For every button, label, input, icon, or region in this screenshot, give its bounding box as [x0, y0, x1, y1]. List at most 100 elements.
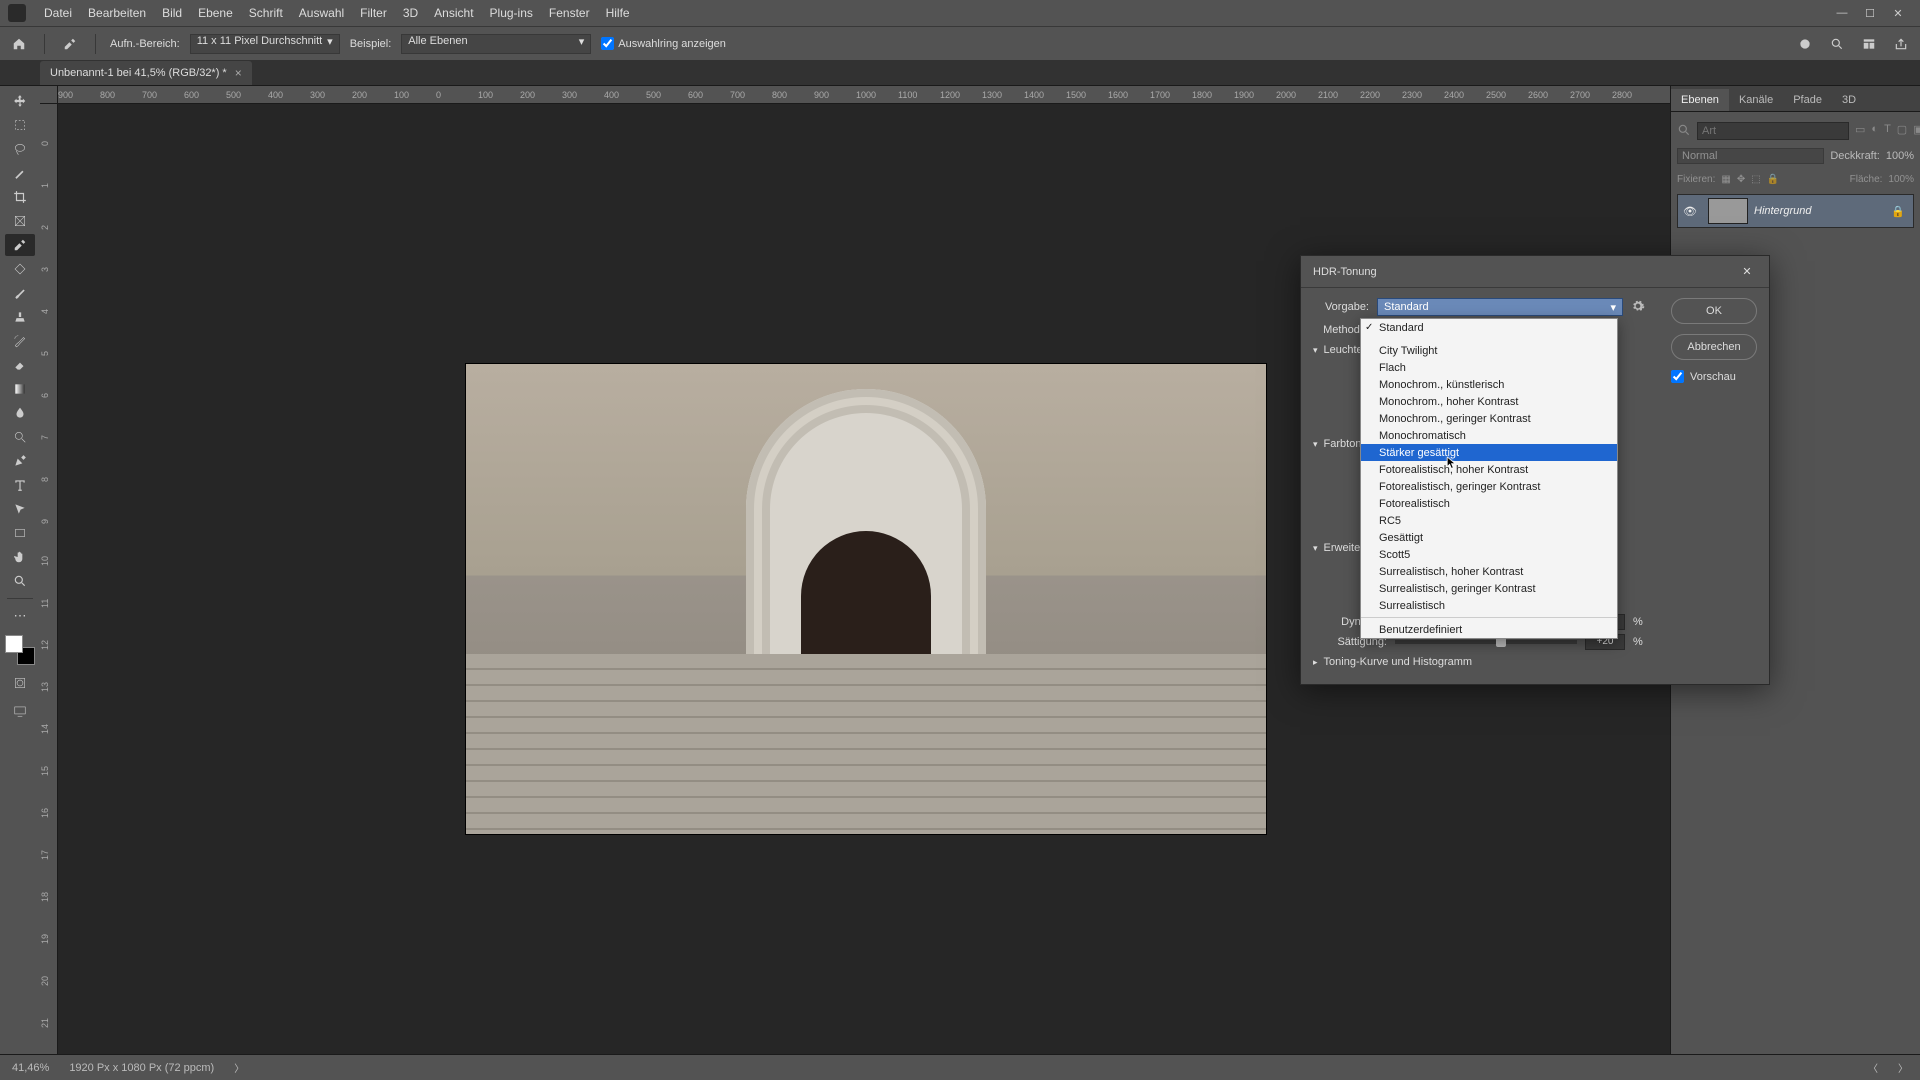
edit-toolbar-button[interactable]: ⋯ — [5, 605, 35, 627]
preset-dropdown[interactable]: Standard ▾ — [1377, 298, 1623, 316]
menu-select[interactable]: Auswahl — [291, 6, 352, 20]
menu-type[interactable]: Schrift — [241, 6, 291, 20]
blend-mode-dropdown[interactable]: Normal — [1677, 148, 1824, 164]
lock-artboard-icon[interactable]: ⬚ — [1751, 174, 1760, 185]
preset-option[interactable]: Scott5 — [1361, 546, 1617, 563]
menu-help[interactable]: Hilfe — [598, 6, 638, 20]
cancel-button[interactable]: Abbrechen — [1671, 334, 1757, 360]
preset-option[interactable]: Flach — [1361, 359, 1617, 376]
path-selection-tool[interactable] — [5, 498, 35, 520]
magic-wand-tool[interactable] — [5, 162, 35, 184]
brush-tool[interactable] — [5, 282, 35, 304]
eyedropper-icon[interactable] — [59, 33, 81, 55]
document-tab[interactable]: Unbenannt-1 bei 41,5% (RGB/32*) * × — [40, 61, 252, 85]
lasso-tool[interactable] — [5, 138, 35, 160]
eraser-tool[interactable] — [5, 354, 35, 376]
preset-option[interactable]: City Twilight — [1361, 342, 1617, 359]
show-sampling-ring-checkbox[interactable]: Auswahlring anzeigen — [601, 37, 726, 50]
layer-row-background[interactable]: 👁 Hintergrund 🔒 — [1677, 194, 1914, 228]
color-swatches[interactable] — [5, 635, 35, 665]
document-dimensions[interactable]: 1920 Px x 1080 Px (72 ppcm) — [69, 1062, 214, 1074]
dodge-tool[interactable] — [5, 426, 35, 448]
chevron-right-icon[interactable]: 〉 — [234, 1060, 244, 1075]
section-curve[interactable]: ▸Toning-Kurve und Histogramm — [1313, 656, 1647, 668]
tab-paths[interactable]: Pfade — [1783, 89, 1832, 111]
zoom-tool[interactable] — [5, 570, 35, 592]
preset-option[interactable]: Monochrom., künstlerisch — [1361, 376, 1617, 393]
menu-edit[interactable]: Bearbeiten — [80, 6, 154, 20]
preset-option[interactable]: Gesättigt — [1361, 529, 1617, 546]
layer-filter-input[interactable] — [1697, 122, 1849, 140]
preset-option[interactable]: RC5 — [1361, 512, 1617, 529]
preset-option[interactable]: Monochrom., hoher Kontrast — [1361, 393, 1617, 410]
preset-option[interactable]: Fotorealistisch, hoher Kontrast — [1361, 461, 1617, 478]
dialog-titlebar[interactable]: HDR-Tonung ✕ — [1301, 256, 1769, 288]
zoom-level[interactable]: 41,46% — [12, 1062, 49, 1074]
marquee-tool[interactable] — [5, 114, 35, 136]
menu-filter[interactable]: Filter — [352, 6, 395, 20]
tab-channels[interactable]: Kanäle — [1729, 89, 1783, 111]
tab-layers[interactable]: Ebenen — [1671, 89, 1729, 111]
gradient-tool[interactable] — [5, 378, 35, 400]
filter-smart-icon[interactable]: ▣ — [1913, 123, 1920, 139]
tab-3d[interactable]: 3D — [1832, 89, 1866, 111]
preset-option[interactable]: Fotorealistisch — [1361, 495, 1617, 512]
preview-checkbox[interactable]: Vorschau — [1671, 370, 1757, 383]
ok-button[interactable]: OK — [1671, 298, 1757, 324]
search-icon[interactable] — [1826, 33, 1848, 55]
preset-option[interactable]: Fotorealistisch, geringer Kontrast — [1361, 478, 1617, 495]
filter-shape-icon[interactable]: ▢ — [1897, 123, 1907, 139]
preset-option[interactable]: Monochromatisch — [1361, 427, 1617, 444]
preset-option[interactable]: Monochrom., geringer Kontrast — [1361, 410, 1617, 427]
blur-tool[interactable] — [5, 402, 35, 424]
menu-view[interactable]: Ansicht — [426, 6, 481, 20]
filter-adjust-icon[interactable]: ◐ — [1871, 123, 1878, 139]
menu-3d[interactable]: 3D — [395, 6, 426, 20]
chevron-left-icon[interactable]: 〈 — [1868, 1060, 1878, 1075]
dialog-close-button[interactable]: ✕ — [1737, 262, 1757, 282]
lock-pixels-icon[interactable]: ▦ — [1721, 174, 1730, 185]
menu-plugins[interactable]: Plug-ins — [482, 6, 541, 20]
close-icon[interactable]: × — [235, 66, 242, 80]
preset-option[interactable]: Standard — [1361, 319, 1617, 336]
hand-tool[interactable] — [5, 546, 35, 568]
preset-option[interactable]: Surrealistisch, geringer Kontrast — [1361, 580, 1617, 597]
home-icon[interactable] — [8, 33, 30, 55]
menu-window[interactable]: Fenster — [541, 6, 598, 20]
preset-option[interactable]: Surrealistisch — [1361, 597, 1617, 614]
window-minimize-button[interactable]: — — [1828, 7, 1856, 19]
workspace-icon[interactable] — [1858, 33, 1880, 55]
frame-tool[interactable] — [5, 210, 35, 232]
quick-mask-button[interactable] — [5, 673, 35, 693]
move-tool[interactable] — [5, 90, 35, 112]
sample-source-dropdown[interactable]: Alle Ebenen ▾ — [401, 34, 591, 54]
preset-option[interactable]: Stärker gesättigt — [1361, 444, 1617, 461]
lock-all-icon[interactable]: 🔒 — [1767, 174, 1779, 185]
rectangle-tool[interactable] — [5, 522, 35, 544]
window-close-button[interactable]: ✕ — [1884, 7, 1912, 20]
cloud-docs-icon[interactable] — [1794, 33, 1816, 55]
preset-option-custom[interactable]: Benutzerdefiniert — [1361, 621, 1617, 638]
menu-image[interactable]: Bild — [154, 6, 190, 20]
visibility-icon[interactable]: 👁 — [1678, 205, 1702, 218]
type-tool[interactable] — [5, 474, 35, 496]
fill-value[interactable]: 100% — [1888, 174, 1914, 185]
sample-size-dropdown[interactable]: 11 x 11 Pixel Durchschnitt ▾ — [190, 34, 340, 54]
saturation-slider[interactable] — [1395, 640, 1577, 644]
eyedropper-tool[interactable] — [5, 234, 35, 256]
menu-layer[interactable]: Ebene — [190, 6, 241, 20]
preset-option[interactable]: Surrealistisch, hoher Kontrast — [1361, 563, 1617, 580]
clone-stamp-tool[interactable] — [5, 306, 35, 328]
filter-pixel-icon[interactable]: ▭ — [1855, 123, 1865, 139]
crop-tool[interactable] — [5, 186, 35, 208]
layer-thumbnail[interactable] — [1708, 198, 1748, 224]
menu-file[interactable]: Datei — [36, 6, 80, 20]
window-maximize-button[interactable]: ☐ — [1856, 7, 1884, 20]
healing-brush-tool[interactable] — [5, 258, 35, 280]
filter-type-icon[interactable]: T — [1884, 123, 1891, 139]
lock-icon[interactable]: 🔒 — [1891, 205, 1905, 218]
opacity-value[interactable]: 100% — [1886, 150, 1914, 162]
gear-icon[interactable] — [1631, 299, 1647, 315]
history-brush-tool[interactable] — [5, 330, 35, 352]
chevron-right-icon[interactable]: 〉 — [1898, 1060, 1908, 1075]
